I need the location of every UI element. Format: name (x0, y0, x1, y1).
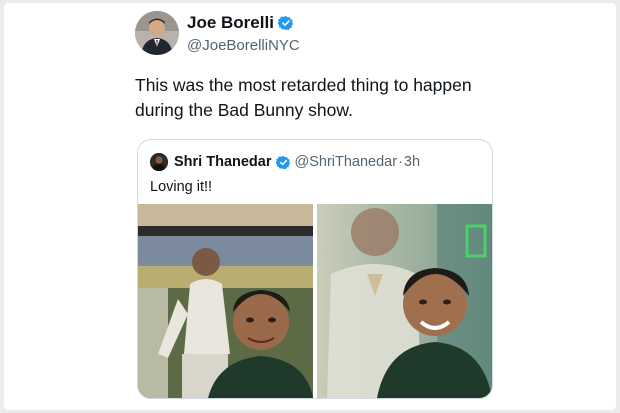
quoted-author-name[interactable]: Shri Thanedar (174, 154, 272, 170)
quoted-tweet[interactable]: Shri Thanedar @ShriThanedar · 3h Loving … (137, 139, 493, 399)
quoted-photo-1[interactable] (138, 204, 313, 398)
verified-badge-icon (275, 155, 291, 170)
quoted-tweet-header: Shri Thanedar @ShriThanedar · 3h (150, 153, 420, 171)
tweet-text-line: This was the most retarded thing to happ… (135, 75, 472, 95)
verified-badge-icon (277, 15, 294, 31)
dot-separator: · (398, 154, 403, 170)
tweet-text: This was the most retarded thing to happ… (135, 73, 515, 123)
tweet-card: Joe Borelli @JoeBorelliNYC This was the … (4, 3, 616, 410)
quoted-author-handle[interactable]: @ShriThanedar (295, 154, 398, 170)
author-name[interactable]: Joe Borelli (187, 13, 274, 33)
quoted-photo-2[interactable] (317, 204, 492, 398)
quoted-tweet-text: Loving it!! (150, 179, 213, 195)
quoted-author-avatar[interactable] (150, 153, 168, 171)
author-avatar[interactable] (135, 11, 179, 55)
quoted-timestamp[interactable]: 3h (404, 154, 420, 170)
tweet-text-line: during the Bad Bunny show. (135, 100, 353, 120)
author-block: Joe Borelli @JoeBorelliNYC (187, 13, 300, 54)
author-handle[interactable]: @JoeBorelliNYC (187, 37, 300, 54)
